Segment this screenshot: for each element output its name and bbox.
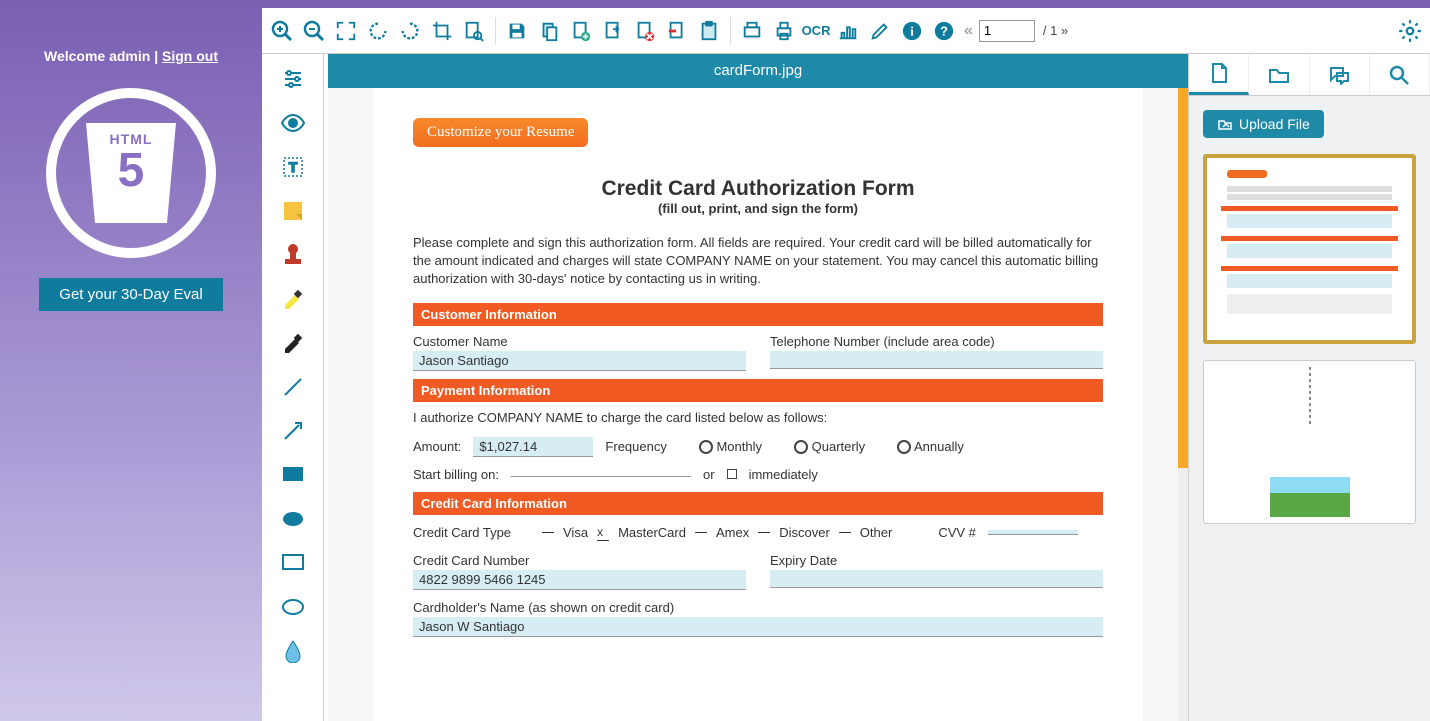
- radio-annually[interactable]: [897, 440, 911, 454]
- sign-out-link[interactable]: Sign out: [162, 48, 218, 64]
- document-scroll[interactable]: Customize your Resume Credit Card Author…: [328, 88, 1188, 721]
- print-icon[interactable]: [770, 17, 798, 45]
- form-subtitle: (fill out, print, and sign the form): [413, 201, 1103, 216]
- delete-page-icon[interactable]: [631, 17, 659, 45]
- welcome-prefix: Welcome admin |: [44, 48, 162, 64]
- expiry-label: Expiry Date: [770, 551, 1103, 570]
- section-cc-info: Credit Card Information: [413, 492, 1103, 515]
- start-billing-label: Start billing on:: [413, 467, 499, 482]
- paste-icon[interactable]: [695, 17, 723, 45]
- vertical-scrollbar[interactable]: [1178, 88, 1188, 721]
- fit-icon[interactable]: [332, 17, 360, 45]
- page-input[interactable]: [979, 20, 1035, 42]
- save-icon[interactable]: [503, 17, 531, 45]
- tab-search-icon[interactable]: [1370, 54, 1430, 95]
- right-tabs: [1189, 54, 1430, 96]
- eval-button[interactable]: Get your 30-Day Eval: [39, 278, 222, 311]
- document-page: Customize your Resume Credit Card Author…: [373, 88, 1143, 721]
- export-page-icon[interactable]: [599, 17, 627, 45]
- welcome-text: Welcome admin | Sign out: [0, 48, 262, 64]
- ocr-icon[interactable]: OCR: [802, 17, 830, 45]
- tab-chat-icon[interactable]: [1310, 54, 1370, 95]
- page-search-icon[interactable]: [460, 17, 488, 45]
- svg-text:T: T: [288, 159, 297, 175]
- zoom-out-icon[interactable]: [300, 17, 328, 45]
- chart-icon[interactable]: [834, 17, 862, 45]
- rect-icon[interactable]: [278, 548, 308, 578]
- html5-logo: HTML 5: [46, 88, 216, 258]
- authorize-text: I authorize COMPANY NAME to charge the c…: [413, 408, 1103, 427]
- rotate-right-icon[interactable]: [396, 17, 424, 45]
- remove-page-icon[interactable]: [663, 17, 691, 45]
- cardholder-label: Cardholder's Name (as shown on credit ca…: [413, 598, 1103, 617]
- add-page-icon[interactable]: [567, 17, 595, 45]
- start-billing-value: [511, 472, 691, 477]
- note-icon[interactable]: [278, 196, 308, 226]
- text-tool-icon[interactable]: T: [278, 152, 308, 182]
- customize-resume-button[interactable]: Customize your Resume: [413, 118, 588, 147]
- marker-icon[interactable]: [278, 328, 308, 358]
- zoom-in-icon[interactable]: [268, 17, 296, 45]
- rotate-left-icon[interactable]: [364, 17, 392, 45]
- page-count: / 1 »: [1039, 23, 1072, 38]
- telephone-label: Telephone Number (include area code): [770, 332, 1103, 351]
- upload-icon: [1217, 117, 1233, 131]
- edit-icon[interactable]: [866, 17, 894, 45]
- cvv-label: CVV #: [938, 525, 976, 540]
- line-icon[interactable]: [278, 372, 308, 402]
- info-icon[interactable]: i: [898, 17, 926, 45]
- thumbnail-2[interactable]: [1203, 360, 1416, 524]
- settings-icon[interactable]: [1396, 17, 1424, 45]
- amount-label: Amount:: [413, 439, 461, 454]
- help-icon[interactable]: ?: [930, 17, 958, 45]
- droplet-icon[interactable]: [278, 636, 308, 666]
- eye-icon[interactable]: [278, 108, 308, 138]
- customer-name-value: Jason Santiago: [413, 351, 746, 371]
- telephone-value: [770, 351, 1103, 369]
- document-filename: cardForm.jpg: [328, 54, 1188, 88]
- copy-page-icon[interactable]: [535, 17, 563, 45]
- tab-folder-icon[interactable]: [1249, 54, 1309, 95]
- radio-quarterly[interactable]: [794, 440, 808, 454]
- cc-number-value: 4822 9899 5466 1245: [413, 570, 746, 590]
- top-toolbar: OCR i ? « / 1 »: [262, 8, 1430, 54]
- frequency-label: Frequency: [605, 439, 666, 454]
- radio-monthly[interactable]: [699, 440, 713, 454]
- highlighter-icon[interactable]: [278, 284, 308, 314]
- cc-type-label: Credit Card Type: [413, 525, 533, 540]
- cardholder-value: Jason W Santiago: [413, 617, 1103, 637]
- annotation-toolstrip: T: [262, 54, 324, 721]
- form-title: Credit Card Authorization Form: [413, 177, 1103, 201]
- right-panel: Upload File: [1188, 54, 1430, 721]
- cc-number-label: Credit Card Number: [413, 551, 746, 570]
- form-instructions: Please complete and sign this authorizat…: [413, 234, 1103, 289]
- sliders-icon[interactable]: [278, 64, 308, 94]
- section-payment-info: Payment Information: [413, 379, 1103, 402]
- cc-mastercard-checked[interactable]: [597, 525, 609, 541]
- crop-icon[interactable]: [428, 17, 456, 45]
- arrow-icon[interactable]: [278, 416, 308, 446]
- main-area: OCR i ? « / 1 » T: [262, 0, 1430, 721]
- svg-text:i: i: [910, 24, 914, 38]
- cvv-value: [988, 530, 1078, 535]
- left-sidebar: Welcome admin | Sign out HTML 5 Get your…: [0, 0, 262, 721]
- filled-rect-icon[interactable]: [278, 460, 308, 490]
- expiry-value: [770, 570, 1103, 588]
- stamp-icon[interactable]: [278, 240, 308, 270]
- ellipse-icon[interactable]: [278, 592, 308, 622]
- or-label: or: [703, 467, 715, 482]
- fax-icon[interactable]: [738, 17, 766, 45]
- upload-file-button[interactable]: Upload File: [1203, 110, 1324, 138]
- amount-value: $1,027.14: [473, 437, 593, 457]
- tab-document-icon[interactable]: [1189, 54, 1249, 95]
- svg-text:?: ?: [940, 23, 948, 38]
- thumbnail-1[interactable]: [1203, 154, 1416, 344]
- customer-name-label: Customer Name: [413, 332, 746, 351]
- prev-page-icon[interactable]: «: [962, 22, 975, 40]
- checkbox-immediately[interactable]: [727, 469, 737, 479]
- filled-ellipse-icon[interactable]: [278, 504, 308, 534]
- section-customer-info: Customer Information: [413, 303, 1103, 326]
- document-viewport: cardForm.jpg Customize your Resume Credi…: [324, 54, 1188, 721]
